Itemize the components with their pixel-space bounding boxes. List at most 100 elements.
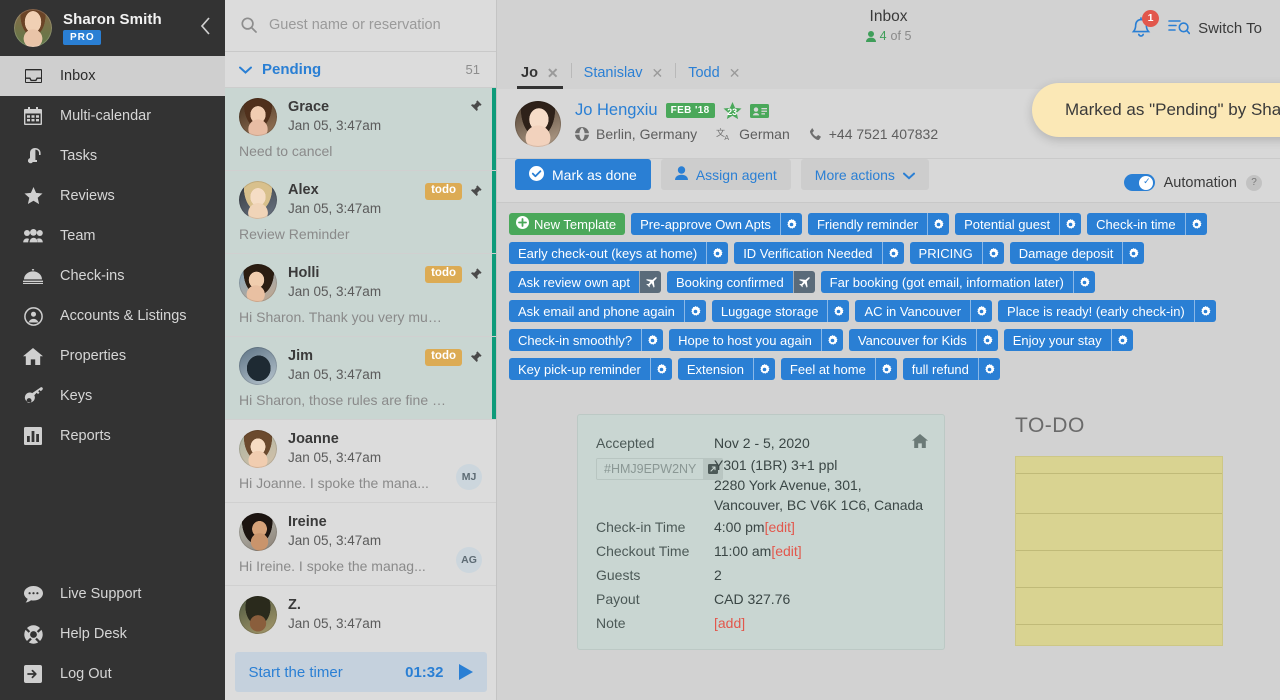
- pin-icon[interactable]: [469, 100, 482, 113]
- list-item[interactable]: Alex Jan 05, 3:47am todo Review Reminder: [225, 171, 496, 255]
- question-icon[interactable]: ?: [1246, 174, 1262, 191]
- gear-icon[interactable]: [975, 329, 998, 351]
- sidebar-item-help-desk[interactable]: Help Desk: [0, 614, 225, 654]
- template-chip[interactable]: Early check-out (keys at home): [509, 242, 729, 264]
- template-chip[interactable]: Ask email and phone again: [509, 300, 706, 322]
- template-chip[interactable]: Damage deposit: [1009, 242, 1145, 264]
- plane-icon[interactable]: [792, 271, 815, 293]
- gear-icon[interactable]: [752, 358, 775, 380]
- conversation-snippet: Hi Ireine. I spoke the manag...: [239, 558, 426, 575]
- template-chip[interactable]: Friendly reminder: [807, 213, 950, 235]
- conversation-list[interactable]: Grace Jan 05, 3:47am Need to cancel Alex…: [225, 88, 496, 700]
- template-chip[interactable]: Feel at home: [780, 358, 897, 380]
- template-chip[interactable]: AC in Vancouver: [855, 300, 993, 322]
- sidebar-item-log-out[interactable]: Log Out: [0, 654, 225, 694]
- sidebar-item-tasks[interactable]: Tasks: [0, 136, 225, 176]
- note-add-link[interactable]: [add]: [714, 611, 926, 635]
- mark-as-done-button[interactable]: Mark as done: [515, 159, 651, 190]
- gear-icon[interactable]: [649, 358, 672, 380]
- list-item[interactable]: Holli Jan 05, 3:47am todo Hi Sharon. Tha…: [225, 254, 496, 338]
- template-chip[interactable]: Enjoy your stay: [1003, 329, 1133, 351]
- checkin-edit-link[interactable]: [edit]: [765, 519, 795, 535]
- gear-icon[interactable]: [641, 329, 664, 351]
- gear-icon[interactable]: [820, 329, 843, 351]
- sidebar-item-check-ins[interactable]: Check-ins: [0, 256, 225, 296]
- template-chip[interactable]: PRICING: [909, 242, 1004, 264]
- template-chip[interactable]: Check-in smoothly?: [509, 329, 664, 351]
- gear-icon[interactable]: [827, 300, 850, 322]
- sidebar-item-inbox[interactable]: Inbox: [0, 56, 225, 96]
- play-icon[interactable]: [458, 664, 473, 680]
- template-chip[interactable]: Luggage storage: [711, 300, 850, 322]
- sidebar-item-team[interactable]: Team: [0, 216, 225, 256]
- template-chip[interactable]: ID Verification Needed: [734, 242, 904, 264]
- checkout-edit-link[interactable]: [edit]: [771, 543, 801, 559]
- tab-todd[interactable]: Todd ✕: [676, 65, 752, 89]
- pin-icon[interactable]: [469, 268, 482, 281]
- sidebar-item-reports[interactable]: Reports: [0, 416, 225, 456]
- gear-icon[interactable]: [1110, 329, 1133, 351]
- close-icon[interactable]: ✕: [652, 66, 664, 80]
- sidebar-item-live-support[interactable]: Live Support: [0, 574, 225, 614]
- chevron-left-icon[interactable]: [200, 17, 211, 39]
- reservation-grid: Accepted Nov 2 - 5, 2020 #HMJ9EPW2NY Y30…: [596, 431, 926, 635]
- more-actions-button[interactable]: More actions: [800, 159, 929, 190]
- gear-icon[interactable]: [970, 300, 993, 322]
- switch-to-button[interactable]: Switch To: [1168, 17, 1262, 39]
- gear-icon[interactable]: [927, 213, 950, 235]
- template-chip[interactable]: Vancouver for Kids: [848, 329, 998, 351]
- gear-icon[interactable]: [977, 358, 1000, 380]
- start-timer-button[interactable]: Start the timer 01:32: [234, 652, 487, 692]
- template-chip[interactable]: Check-in time: [1087, 213, 1207, 235]
- sidebar-item-keys[interactable]: Keys: [0, 376, 225, 416]
- template-chip[interactable]: Hope to host you again: [669, 329, 843, 351]
- assign-agent-button[interactable]: Assign agent: [660, 159, 791, 190]
- conversation-name: Z.: [288, 597, 301, 614]
- gear-icon[interactable]: [881, 242, 904, 264]
- sidebar-item-properties[interactable]: Properties: [0, 336, 225, 376]
- template-chip[interactable]: Far booking (got email, information late…: [820, 271, 1095, 293]
- list-item[interactable]: Jim Jan 05, 3:47am todo Hi Sharon, those…: [225, 337, 496, 421]
- pin-icon[interactable]: [469, 351, 482, 364]
- pin-icon[interactable]: [469, 185, 482, 198]
- tab-stanislav[interactable]: Stanislav ✕: [572, 65, 676, 89]
- template-chip[interactable]: Ask review own apt: [509, 271, 661, 293]
- gear-icon[interactable]: [779, 213, 802, 235]
- gear-icon[interactable]: [1193, 300, 1216, 322]
- close-icon[interactable]: ✕: [729, 66, 741, 80]
- list-item[interactable]: Joanne Jan 05, 3:47am Hi Joanne. I spoke…: [225, 420, 496, 504]
- guest-name[interactable]: Jo Hengxiu: [575, 101, 658, 120]
- gear-icon[interactable]: [683, 300, 706, 322]
- gear-icon[interactable]: [1059, 213, 1082, 235]
- sidebar-user[interactable]: Sharon Smith PRO: [0, 0, 225, 56]
- search-input[interactable]: [269, 17, 480, 34]
- todo-sticky-note[interactable]: [1015, 456, 1223, 646]
- template-chip[interactable]: Pre-approve Own Apts: [631, 213, 802, 235]
- gear-icon[interactable]: [1184, 213, 1207, 235]
- template-chip[interactable]: Extension: [677, 358, 775, 380]
- close-icon[interactable]: ✕: [547, 66, 559, 80]
- folder-pending[interactable]: Pending 51: [225, 51, 496, 89]
- sidebar-item-multi-calendar[interactable]: Multi-calendar: [0, 96, 225, 136]
- bell-icon[interactable]: 1: [1130, 9, 1160, 40]
- sidebar-item-accounts-listings[interactable]: Accounts & Listings: [0, 296, 225, 336]
- list-item[interactable]: Ireine Jan 05, 3:47am Hi Ireine. I spoke…: [225, 503, 496, 587]
- gear-icon[interactable]: [706, 242, 729, 264]
- template-chip[interactable]: Key pick-up reminder: [509, 358, 672, 380]
- gear-icon[interactable]: [1072, 271, 1095, 293]
- template-chip[interactable]: Booking confirmed: [667, 271, 815, 293]
- reservation-code[interactable]: #HMJ9EPW2NY: [596, 458, 724, 480]
- list-item[interactable]: Grace Jan 05, 3:47am Need to cancel: [225, 88, 496, 172]
- automation-toggle[interactable]: ✓: [1123, 174, 1155, 191]
- sidebar-item-reviews[interactable]: Reviews: [0, 176, 225, 216]
- plane-icon[interactable]: [639, 271, 661, 293]
- template-chip-label: Ask email and phone again: [509, 300, 684, 322]
- template-chip[interactable]: Place is ready! (early check-in): [998, 300, 1216, 322]
- template-chip[interactable]: full refund: [902, 358, 1000, 380]
- tab-jo[interactable]: Jo ✕: [509, 65, 571, 89]
- template-chip[interactable]: Potential guest: [955, 213, 1082, 235]
- gear-icon[interactable]: [1122, 242, 1145, 264]
- gear-icon[interactable]: [874, 358, 897, 380]
- new-template-button[interactable]: New Template: [509, 213, 626, 235]
- gear-icon[interactable]: [981, 242, 1004, 264]
